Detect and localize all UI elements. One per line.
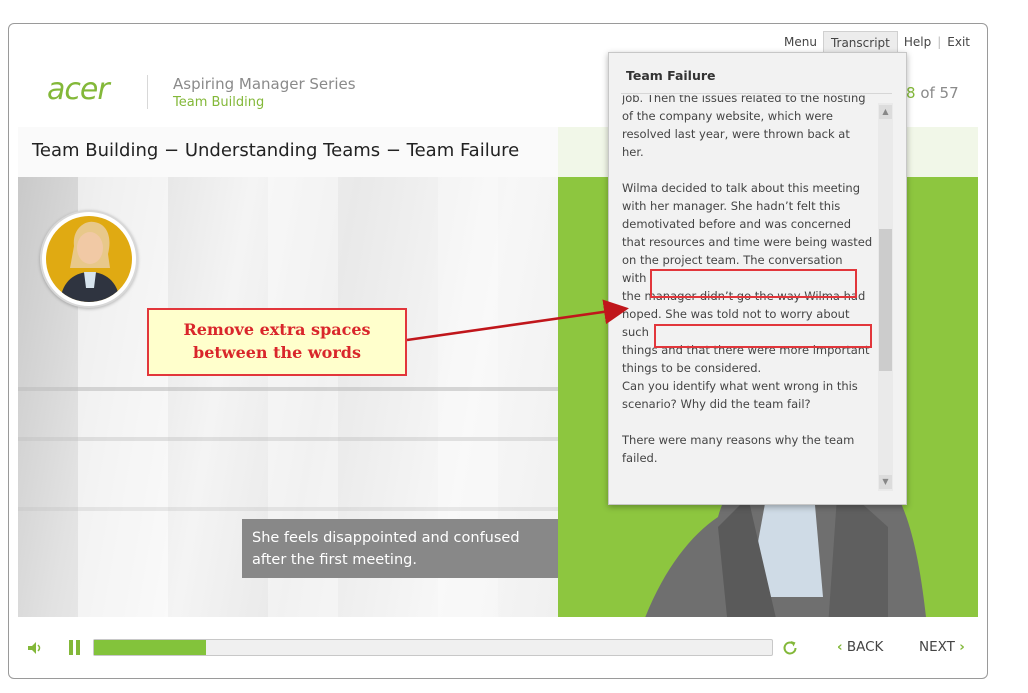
back-button[interactable]: ‹ BACK — [837, 639, 883, 655]
replay-icon[interactable] — [781, 639, 799, 657]
pause-icon — [69, 640, 73, 655]
callout-line: Remove extra spaces — [183, 320, 371, 339]
back-label: BACK — [846, 639, 884, 655]
progress-fill — [94, 640, 206, 655]
progress-bar[interactable] — [93, 639, 773, 656]
chevron-right-icon: › — [959, 639, 965, 655]
volume-icon[interactable] — [27, 641, 43, 655]
annotation-callout: Remove extra spaces between the words — [147, 308, 407, 376]
chevron-left-icon: ‹ — [837, 639, 843, 655]
next-label: NEXT — [919, 639, 955, 655]
pause-button[interactable] — [68, 640, 82, 655]
next-button[interactable]: NEXT › — [919, 639, 965, 655]
callout-line: between the words — [193, 343, 361, 362]
